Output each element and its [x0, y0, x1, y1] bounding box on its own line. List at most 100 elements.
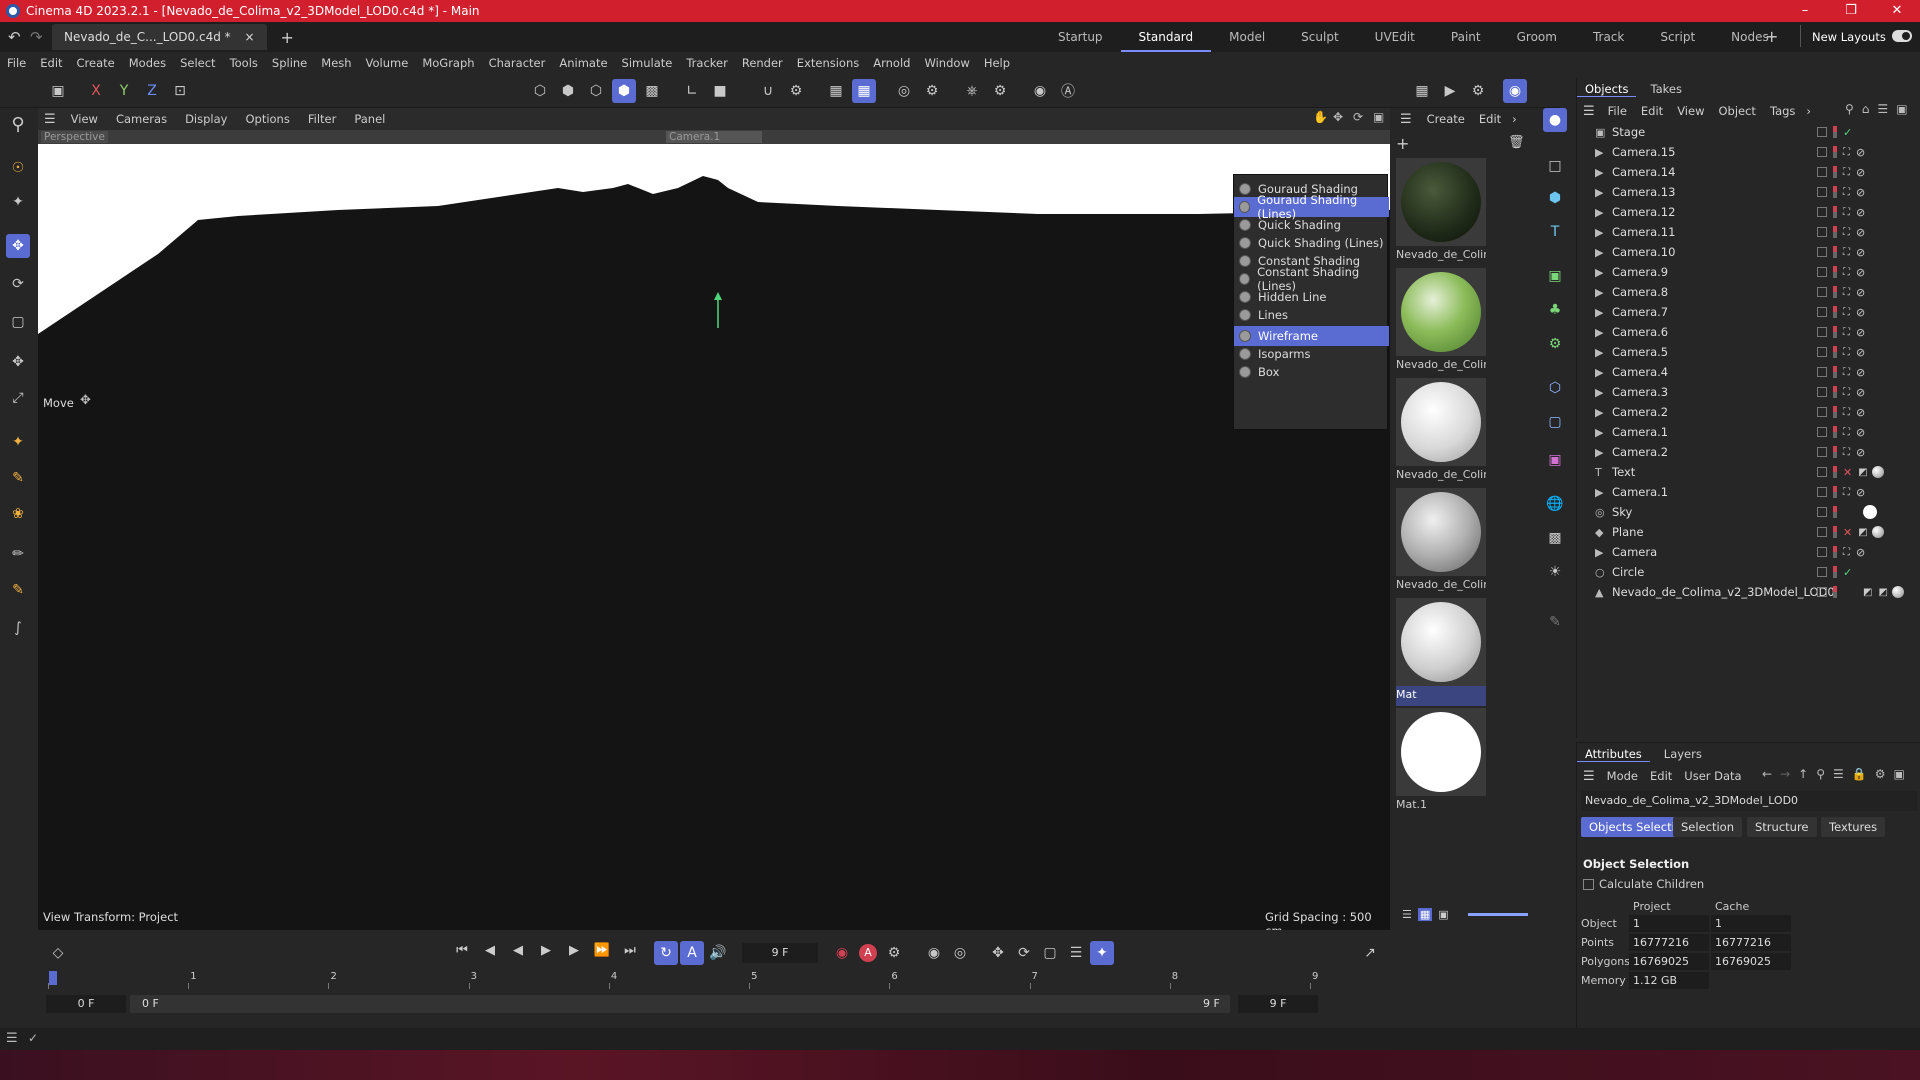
sculpt-tools-icon[interactable]: ❀: [6, 502, 30, 526]
object-row[interactable]: ▶ Camera.5 ⛶ ⊘: [1577, 342, 1920, 362]
layer-box-icon[interactable]: [1817, 587, 1827, 597]
scale-key-icon[interactable]: ▢: [1038, 941, 1062, 965]
visibility-dots-icon[interactable]: [1833, 366, 1837, 378]
material-item[interactable]: Mat: [1396, 598, 1486, 706]
snap-magnet-icon[interactable]: ∪: [756, 79, 780, 103]
menu-render[interactable]: Render: [735, 56, 790, 70]
camera-tag-icon[interactable]: ⛶: [1843, 227, 1850, 238]
protection-tag-icon[interactable]: ⊘: [1856, 146, 1865, 159]
workplane-icon[interactable]: ▦: [852, 79, 876, 103]
menu-spline[interactable]: Spline: [265, 56, 314, 70]
material-hamburger-icon[interactable]: ☰: [1392, 112, 1420, 127]
range-slider[interactable]: [130, 995, 1230, 1013]
axis-z-lock[interactable]: Z: [140, 79, 164, 103]
menu-modes[interactable]: Modes: [122, 56, 173, 70]
bridge-tool-icon[interactable]: ∫: [6, 616, 30, 640]
camera-tag-icon[interactable]: ⛶: [1843, 207, 1850, 218]
viewport-menu-options[interactable]: Options: [236, 112, 298, 126]
live-selection-icon[interactable]: ☉: [6, 156, 30, 180]
layer-box-icon[interactable]: [1817, 207, 1827, 217]
attributes-search-icon[interactable]: ⚲: [1816, 767, 1825, 781]
viewport-camera-label[interactable]: Camera.1: [666, 131, 762, 143]
visibility-dots-icon[interactable]: [1833, 546, 1837, 558]
cloner-icon[interactable]: ♣: [1543, 298, 1567, 322]
interactive-render-icon[interactable]: ◉: [1503, 79, 1527, 103]
axis-y-lock[interactable]: Y: [112, 79, 136, 103]
attributes-menu-user-data[interactable]: User Data: [1678, 769, 1747, 783]
texture-tag-icon[interactable]: ◩: [1858, 527, 1867, 538]
shading-option[interactable]: Wireframe: [1234, 326, 1389, 346]
scale-tool-icon[interactable]: ▢: [6, 310, 30, 334]
attributes-tab[interactable]: Attributes: [1577, 747, 1650, 762]
layer-box-icon[interactable]: [1817, 427, 1827, 437]
protection-tag-icon[interactable]: ⊘: [1856, 546, 1865, 559]
object-row[interactable]: ▶ Camera.11 ⛶ ⊘: [1577, 222, 1920, 242]
camera-tag-icon[interactable]: ⛶: [1843, 447, 1850, 458]
material-item[interactable]: Nevado_de_Colim: [1396, 268, 1486, 376]
add-layout-button[interactable]: +: [1765, 27, 1778, 46]
camera-tag-icon[interactable]: ⛶: [1843, 407, 1850, 418]
symmetry-icon[interactable]: ⎈: [960, 79, 984, 103]
viewport-hamburger-icon[interactable]: ☰: [38, 112, 62, 127]
visibility-dots-icon[interactable]: [1833, 486, 1837, 498]
visibility-dots-icon[interactable]: [1833, 466, 1837, 478]
texture-tag-icon[interactable]: ◩: [1878, 587, 1887, 598]
menu-help[interactable]: Help: [977, 56, 1017, 70]
new-material-icon[interactable]: +: [1396, 134, 1409, 153]
spline-tools-icon[interactable]: ✎: [6, 466, 30, 490]
menu-extensions[interactable]: Extensions: [790, 56, 866, 70]
material-item[interactable]: Nevado_de_Colim: [1396, 488, 1486, 596]
viewport-solo-icon[interactable]: ◉: [1028, 79, 1052, 103]
camera-tag-icon[interactable]: ⛶: [1843, 307, 1850, 318]
status-menu-icon[interactable]: ☰: [6, 1031, 18, 1046]
protection-tag-icon[interactable]: ⊘: [1856, 406, 1865, 419]
menu-select[interactable]: Select: [173, 56, 222, 70]
protection-tag-icon[interactable]: ⊘: [1856, 446, 1865, 459]
objects-tab[interactable]: Objects: [1577, 82, 1637, 97]
model-mode-icon[interactable]: ⬡: [528, 79, 552, 103]
objects-menu-file[interactable]: File: [1601, 104, 1634, 118]
material-item[interactable]: Nevado_de_Colim: [1396, 378, 1486, 486]
menu-file[interactable]: File: [0, 56, 33, 70]
attribute-tab-textures[interactable]: Textures: [1821, 817, 1886, 837]
object-row[interactable]: ▶ Camera.12 ⛶ ⊘: [1577, 202, 1920, 222]
graph-editor-icon[interactable]: ↗: [1358, 941, 1382, 965]
visibility-dots-icon[interactable]: [1833, 286, 1837, 298]
protection-tag-icon[interactable]: ⊘: [1856, 366, 1865, 379]
layer-box-icon[interactable]: [1817, 527, 1827, 537]
camera-tag-icon[interactable]: ⛶: [1843, 167, 1850, 178]
enabled-check-icon[interactable]: ✓: [1843, 566, 1852, 579]
material-menu-create[interactable]: Create: [1420, 112, 1472, 126]
camera-tag-icon[interactable]: ⛶: [1843, 267, 1850, 278]
layout-tab-sculpt[interactable]: Sculpt: [1283, 30, 1356, 44]
selection-tools-icon[interactable]: ✦: [6, 190, 30, 214]
point-level-icon[interactable]: ✦: [1090, 941, 1114, 965]
visibility-dots-icon[interactable]: [1833, 266, 1837, 278]
visibility-dots-icon[interactable]: [1833, 406, 1837, 418]
shading-option[interactable]: Gouraud Shading (Lines): [1234, 193, 1389, 221]
deformers-icon[interactable]: ⚙: [1543, 332, 1567, 356]
mograph-icon[interactable]: ▣: [1543, 448, 1567, 472]
move-axis-gizmo[interactable]: [708, 290, 728, 330]
grid-snap-icon[interactable]: ▦: [824, 79, 848, 103]
camera-tag-icon[interactable]: ⛶: [1843, 327, 1850, 338]
object-row[interactable]: ▶ Camera.6 ⛶ ⊘: [1577, 322, 1920, 342]
camera-tag-icon[interactable]: ⛶: [1843, 187, 1850, 198]
calculate-children-checkbox[interactable]: [1583, 878, 1594, 890]
object-row[interactable]: ◎ Sky: [1577, 502, 1920, 522]
large-view-icon[interactable]: ▣: [1438, 908, 1448, 921]
menu-simulate[interactable]: Simulate: [615, 56, 680, 70]
prev-key-icon[interactable]: ◀: [476, 943, 504, 958]
menu-mograph[interactable]: MoGraph: [415, 56, 481, 70]
protection-tag-icon[interactable]: ⊘: [1856, 266, 1865, 279]
layout-tab-uvedit[interactable]: UVEdit: [1357, 30, 1433, 44]
current-frame-field[interactable]: 9 F: [742, 943, 818, 963]
text-create-icon[interactable]: T: [1543, 220, 1567, 244]
visibility-dots-icon[interactable]: [1833, 386, 1837, 398]
light-create-icon[interactable]: ☀: [1543, 560, 1567, 584]
document-tab[interactable]: Nevado_de_C..._LOD0.c4d * ×: [52, 24, 267, 50]
brush-icon[interactable]: ✏: [6, 542, 30, 566]
playhead[interactable]: [49, 971, 57, 985]
object-row[interactable]: ▶ Camera.3 ⛶ ⊘: [1577, 382, 1920, 402]
object-row[interactable]: ▶ Camera.2 ⛶ ⊘: [1577, 402, 1920, 422]
